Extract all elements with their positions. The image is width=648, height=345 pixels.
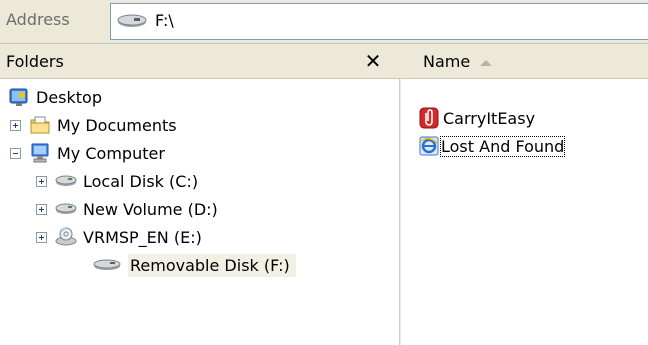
column-header-name[interactable]: Name: [423, 52, 493, 71]
carryiteasy-icon: [419, 107, 439, 129]
expand-icon[interactable]: [10, 119, 21, 131]
close-icon: ✕: [364, 49, 382, 73]
tree-item-desktop[interactable]: Desktop: [8, 83, 102, 111]
expand-icon[interactable]: [36, 231, 47, 243]
tree-item-vrmsp-en-e[interactable]: VRMSP_EN (E:): [36, 223, 202, 251]
files-header: Name: [401, 45, 648, 79]
hard-drive-icon: [55, 170, 77, 192]
hard-drive-icon: [55, 198, 77, 220]
removable-drive-icon: [116, 13, 148, 35]
tree-item-new-volume-d[interactable]: New Volume (D:): [36, 195, 218, 223]
collapse-icon[interactable]: [10, 147, 21, 159]
tree-item-label: VRMSP_EN (E:): [83, 227, 202, 247]
desktop-icon: [8, 86, 30, 108]
close-folders-button[interactable]: ✕: [358, 46, 388, 76]
expand-icon[interactable]: [36, 203, 47, 215]
files-pane: Name CarryItEasy Lost And Found: [401, 45, 648, 345]
tree-item-label: Desktop: [36, 87, 102, 107]
folders-header: Folders ✕: [0, 45, 400, 79]
folders-pane: Folders ✕ Desktop My Documents My Comput…: [0, 45, 400, 345]
internet-explorer-icon: [419, 135, 439, 157]
tree-item-label: My Computer: [57, 143, 165, 163]
address-label: Address: [6, 10, 70, 29]
removable-drive-icon: [92, 254, 122, 276]
folders-title: Folders: [6, 52, 64, 71]
tree-item-label: Removable Disk (F:): [128, 253, 296, 277]
address-value[interactable]: F:\: [155, 11, 174, 30]
tree-item-label: Local Disk (C:): [83, 171, 199, 191]
expand-icon[interactable]: [36, 175, 47, 187]
tree-item-my-documents[interactable]: My Documents: [10, 111, 177, 139]
file-item-lost-and-found[interactable]: Lost And Found: [419, 133, 566, 159]
file-item-label: Lost And Found: [439, 135, 566, 157]
folder-tree: Desktop My Documents My Computer Local D…: [0, 79, 400, 345]
column-header-label: Name: [423, 52, 471, 71]
tree-item-removable-disk-f[interactable]: Removable Disk (F:): [92, 251, 296, 279]
computer-icon: [29, 142, 51, 164]
file-item-label: CarryItEasy: [443, 108, 536, 128]
tree-item-label: New Volume (D:): [83, 199, 218, 219]
sort-ascending-icon: [480, 59, 493, 66]
folder-documents-icon: [29, 114, 51, 136]
address-field[interactable]: F:\: [110, 3, 648, 40]
file-item-carryiteasy[interactable]: CarryItEasy: [419, 105, 535, 131]
tree-item-label: My Documents: [57, 115, 177, 135]
tree-item-my-computer[interactable]: My Computer: [10, 139, 165, 167]
cd-drive-icon: [55, 226, 77, 248]
tree-item-local-disk-c[interactable]: Local Disk (C:): [36, 167, 198, 195]
address-bar: Address F:\: [0, 0, 648, 44]
